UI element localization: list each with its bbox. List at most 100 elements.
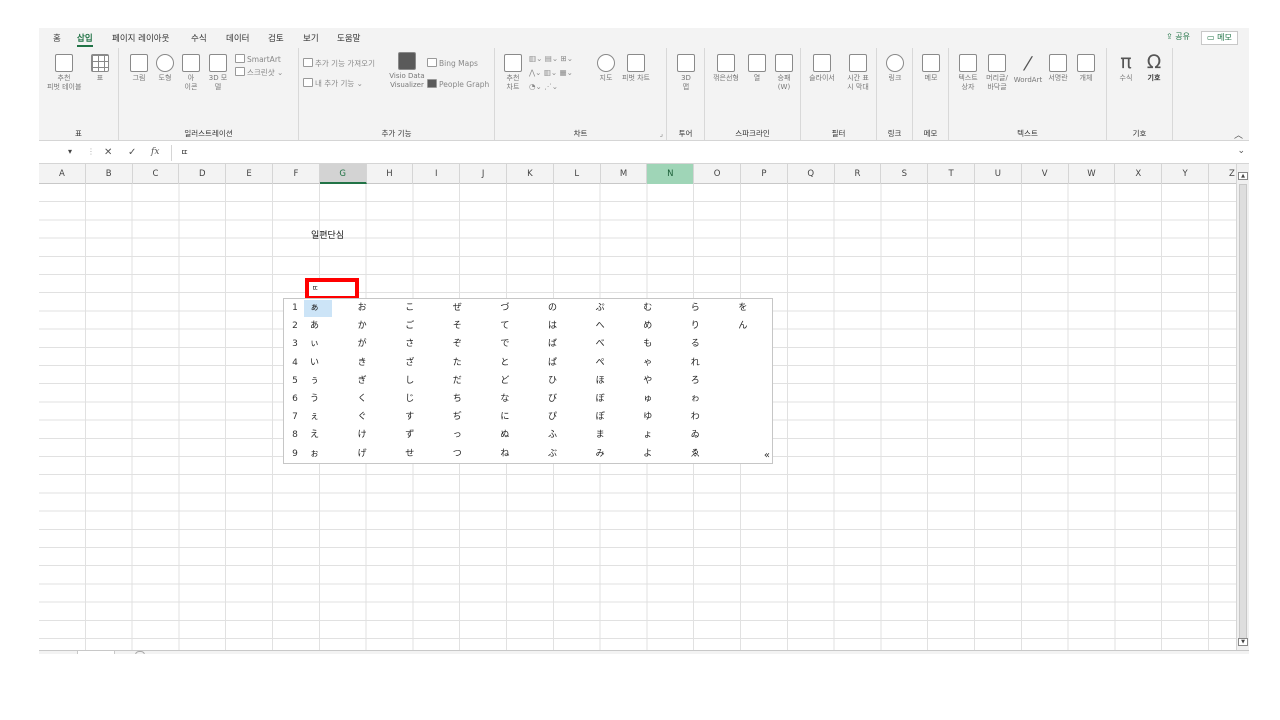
ime-candidate[interactable]: な xyxy=(500,390,548,408)
column-chart-button[interactable]: ▥⌄ ▤⌄ ⊞⌄ xyxy=(529,54,573,63)
picture-button[interactable]: 그림 xyxy=(127,54,151,83)
column-header-t[interactable]: T xyxy=(928,164,975,184)
ime-candidate[interactable]: ろ xyxy=(691,372,739,390)
ime-candidate[interactable]: た xyxy=(453,354,501,372)
worksheet-grid[interactable]: 일편단심 ㄸ 123456789 ぁあぃいぅうぇえぉおかがきぎくぐけげこごさざし… xyxy=(39,184,1236,650)
ime-candidate[interactable]: ぷ xyxy=(596,299,644,317)
ime-candidate[interactable]: づ xyxy=(500,299,548,317)
ime-candidate[interactable]: め xyxy=(643,317,691,335)
tab-insert[interactable]: 삽입 xyxy=(77,32,93,47)
column-header-b[interactable]: B xyxy=(86,164,133,184)
ime-candidate[interactable]: ご xyxy=(405,317,453,335)
tab-page-layout[interactable]: 페이지 레이아웃 xyxy=(112,32,169,44)
column-header-n[interactable]: N xyxy=(647,164,695,184)
symbol-button[interactable]: Ω 기호 xyxy=(1141,52,1167,83)
ime-candidate[interactable]: ぅ xyxy=(310,372,358,390)
ime-candidate[interactable]: つ xyxy=(453,445,501,463)
collapse-ribbon-icon[interactable]: ︿ xyxy=(1234,128,1243,141)
line-chart-button[interactable]: ⋀⌄ ▥⌄ ▦⌄ xyxy=(529,68,573,77)
tab-data[interactable]: 데이터 xyxy=(226,32,249,44)
ime-candidate[interactable]: ね xyxy=(500,445,548,463)
recommended-pivot-button[interactable]: 추천 피벗 테이블 xyxy=(47,54,81,92)
people-graph-button[interactable]: People Graph xyxy=(427,79,489,89)
sheet-tab[interactable] xyxy=(77,651,115,654)
ime-candidate[interactable]: と xyxy=(500,354,548,372)
signature-line-button[interactable]: 서명란 xyxy=(1045,54,1071,83)
maps-button[interactable]: 지도 xyxy=(595,54,617,83)
ime-candidate[interactable]: ぱ xyxy=(548,354,596,372)
ime-candidate[interactable]: じ xyxy=(405,390,453,408)
visio-button[interactable]: Visio Data Visualizer xyxy=(387,52,427,90)
ime-candidate[interactable]: せ xyxy=(405,445,453,463)
sparkline-line-button[interactable]: 꺾은선형 xyxy=(709,54,743,83)
ime-candidate[interactable]: を xyxy=(738,299,786,317)
ime-candidate[interactable]: ぁ xyxy=(310,299,358,317)
sparkline-column-button[interactable]: 열 xyxy=(745,54,769,83)
ime-candidate[interactable]: わ xyxy=(691,408,739,426)
tab-formulas[interactable]: 수식 xyxy=(191,32,207,44)
column-header-l[interactable]: L xyxy=(554,164,601,184)
formula-input[interactable]: ㄸ xyxy=(171,145,1235,161)
header-footer-button[interactable]: 머리글/ 바닥글 xyxy=(983,54,1011,92)
ime-candidate[interactable]: ぽ xyxy=(596,408,644,426)
table-button[interactable]: 표 xyxy=(89,54,111,83)
new-memo-button[interactable]: 메모 xyxy=(919,54,943,83)
column-header-q[interactable]: Q xyxy=(788,164,835,184)
ime-candidate[interactable]: で xyxy=(500,335,548,353)
ime-candidate[interactable]: さ xyxy=(405,335,453,353)
ime-candidate[interactable]: す xyxy=(405,408,453,426)
ime-expand-icon[interactable]: « xyxy=(764,450,770,461)
column-header-g[interactable]: G xyxy=(319,164,367,184)
pivot-chart-button[interactable]: 피벗 차트 xyxy=(619,54,653,83)
ime-candidate[interactable]: て xyxy=(500,317,548,335)
column-header-x[interactable]: X xyxy=(1115,164,1163,184)
ime-candidate[interactable]: ゃ xyxy=(643,354,691,372)
ime-candidate[interactable]: に xyxy=(500,408,548,426)
ime-candidate[interactable]: ぺ xyxy=(596,354,644,372)
ime-candidate[interactable]: ど xyxy=(500,372,548,390)
enter-icon[interactable]: ✓ xyxy=(128,147,136,158)
recommended-charts-button[interactable]: 추천 차트 xyxy=(501,54,525,92)
column-header-i[interactable]: I xyxy=(413,164,461,184)
smartart-button[interactable]: SmartArt xyxy=(235,54,281,64)
ime-candidate[interactable]: ば xyxy=(548,335,596,353)
ime-candidate[interactable]: へ xyxy=(596,317,644,335)
tab-review[interactable]: 검토 xyxy=(268,32,284,44)
column-header-k[interactable]: K xyxy=(507,164,554,184)
insert-function-icon[interactable]: fx xyxy=(151,147,159,157)
shapes-button[interactable]: 도형 xyxy=(153,54,177,83)
ime-candidate[interactable]: ぴ xyxy=(548,408,596,426)
ime-candidate[interactable]: り xyxy=(691,317,739,335)
ime-candidate[interactable]: ぉ xyxy=(310,445,358,463)
column-header-e[interactable]: E xyxy=(226,164,273,184)
ime-candidate[interactable]: よ xyxy=(643,445,691,463)
ime-candidate[interactable]: ち xyxy=(453,390,501,408)
slicer-button[interactable]: 슬라이서 xyxy=(805,54,839,83)
ime-candidate[interactable]: く xyxy=(358,390,406,408)
ime-candidate[interactable]: は xyxy=(548,317,596,335)
ime-candidate[interactable]: ぢ xyxy=(453,408,501,426)
column-header-u[interactable]: U xyxy=(975,164,1022,184)
ime-candidate[interactable]: ゎ xyxy=(691,390,739,408)
ime-candidate[interactable]: い xyxy=(310,354,358,372)
memo-button[interactable]: ▭ 메모 xyxy=(1201,31,1238,45)
column-header-c[interactable]: C xyxy=(133,164,180,184)
screenshot-button[interactable]: 스크린샷 ⌄ xyxy=(235,67,283,78)
ime-candidate[interactable]: ら xyxy=(691,299,739,317)
column-header-m[interactable]: M xyxy=(601,164,648,184)
ime-candidate[interactable]: か xyxy=(358,317,406,335)
ime-candidate[interactable]: あ xyxy=(310,317,358,335)
3d-models-button[interactable]: 3D 모 델 xyxy=(205,54,231,92)
column-header-r[interactable]: R xyxy=(835,164,882,184)
cell-text[interactable]: 일편단심 xyxy=(311,228,344,241)
ime-candidate[interactable]: び xyxy=(548,390,596,408)
ime-candidate[interactable]: む xyxy=(643,299,691,317)
vertical-scrollbar[interactable]: ▲ ▼ xyxy=(1236,164,1249,650)
ime-candidate[interactable]: ぬ xyxy=(500,426,548,444)
scroll-down-icon[interactable]: ▼ xyxy=(1238,638,1248,646)
ime-candidate[interactable]: ほ xyxy=(596,372,644,390)
ime-candidate[interactable]: ぇ xyxy=(310,408,358,426)
ime-candidate[interactable]: う xyxy=(310,390,358,408)
ime-candidate[interactable]: ぼ xyxy=(596,390,644,408)
ime-candidate[interactable]: ひ xyxy=(548,372,596,390)
